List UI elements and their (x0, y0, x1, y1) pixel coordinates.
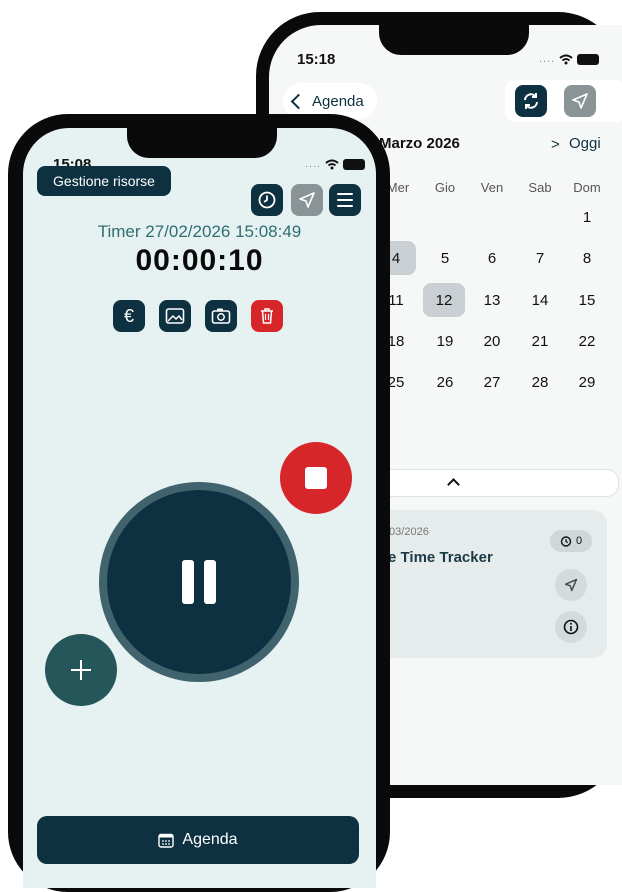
battery-icon (343, 158, 366, 170)
euro-icon: € (123, 305, 134, 326)
calendar-day[interactable]: 20 (472, 324, 512, 358)
stop-icon (305, 467, 327, 489)
calendar-day[interactable]: 6 (472, 241, 512, 275)
send-icon (564, 578, 578, 592)
weekday-header: Dom (573, 180, 601, 195)
calendar-day[interactable]: 21 (520, 324, 560, 358)
back-label: Agenda (312, 92, 364, 110)
hamburger-icon (337, 193, 353, 207)
weekday-header: Sab (528, 180, 552, 195)
send-button[interactable] (564, 85, 596, 117)
front-phone: 15:08 .... Gestione risorse Timer 27/02/… (8, 114, 390, 892)
event-info-button[interactable] (555, 611, 587, 643)
calendar-day[interactable]: 26 (425, 365, 465, 399)
next-month-button[interactable]: > (551, 136, 560, 153)
plus-icon (80, 660, 82, 680)
send-icon (572, 93, 588, 109)
calendar-day[interactable]: 15 (567, 283, 607, 317)
calendar-day[interactable]: 27 (472, 365, 512, 399)
status-time: 15:18 (297, 51, 336, 68)
sync-button[interactable] (515, 85, 547, 117)
pause-icon (204, 560, 216, 604)
notch (379, 25, 529, 55)
battery-icon (577, 53, 600, 65)
calendar-day[interactable]: 28 (520, 365, 560, 399)
calendar-day[interactable]: 29 (567, 365, 607, 399)
calendar-day[interactable]: 1 (567, 200, 607, 234)
timer-screen: 15:08 .... Gestione risorse Timer 27/02/… (23, 128, 376, 888)
calendar-collapse-bar[interactable] (379, 469, 619, 497)
calendar-day[interactable]: 13 (472, 283, 512, 317)
calendar-day[interactable]: 14 (520, 283, 560, 317)
event-date: /03/2026 (386, 526, 429, 538)
trash-icon (261, 308, 273, 324)
pause-icon (182, 560, 194, 604)
calendar-day[interactable]: 5 (425, 241, 465, 275)
agenda-button-label: Agenda (182, 831, 238, 848)
chevron-left-icon (290, 93, 307, 109)
send-icon (299, 192, 315, 208)
wifi-icon (559, 54, 573, 64)
status-icons: .... (539, 53, 600, 65)
month-title: Marzo 2026 (379, 135, 460, 152)
camera-button[interactable] (205, 300, 237, 332)
weekday-header: Gio (434, 180, 456, 195)
send-button[interactable] (291, 184, 323, 216)
calendar-day[interactable]: 22 (567, 324, 607, 358)
gallery-button[interactable] (159, 300, 191, 332)
calendar-day[interactable]: 7 (520, 241, 560, 275)
info-icon (563, 619, 579, 635)
timer-label: Timer 27/02/2026 15:08:49 (97, 222, 302, 241)
pause-button[interactable] (107, 490, 291, 674)
resource-management-button[interactable]: Gestione risorse (37, 166, 171, 196)
stop-button[interactable] (280, 442, 352, 514)
signal-icon: .... (305, 158, 322, 170)
timer-icon (560, 536, 572, 547)
expense-button[interactable]: € (113, 300, 145, 332)
calendar-day[interactable]: 19 (425, 324, 465, 358)
calendar-icon (158, 833, 175, 848)
history-button[interactable] (251, 184, 283, 216)
event-send-button[interactable] (555, 569, 587, 601)
timer-count: 0 (575, 535, 583, 547)
camera-icon (211, 308, 231, 324)
delete-button[interactable] (251, 300, 283, 332)
notch (127, 128, 277, 158)
elapsed-time: 00:00:10 (135, 244, 264, 277)
menu-button[interactable] (329, 184, 361, 216)
sync-icon (524, 93, 538, 109)
clock-icon (258, 191, 276, 209)
signal-icon: .... (539, 53, 556, 65)
event-title: e Time Tracker (388, 549, 493, 566)
status-icons: .... (305, 158, 366, 170)
wifi-icon (325, 159, 339, 169)
calendar-day-today[interactable]: 12 (423, 283, 465, 317)
today-button[interactable]: Oggi (569, 135, 601, 152)
weekday-header: Ven (480, 180, 504, 195)
agenda-button[interactable]: Agenda (37, 816, 359, 864)
timer-count-badge: 0 (550, 530, 592, 552)
calendar-day[interactable]: 8 (567, 241, 607, 275)
image-icon (165, 308, 185, 324)
